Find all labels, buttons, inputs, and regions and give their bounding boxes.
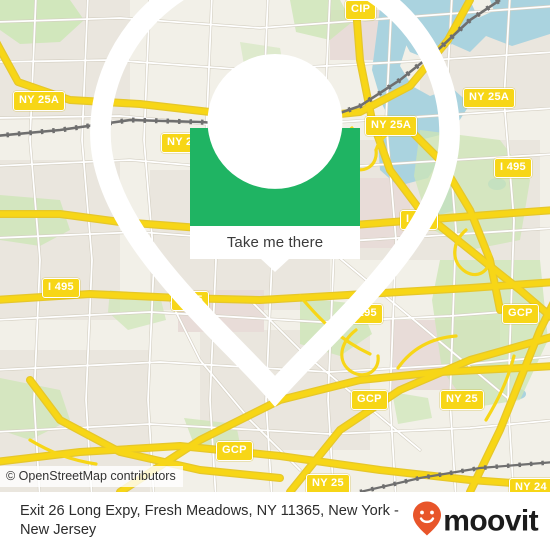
take-me-there-label: Take me there [226, 234, 324, 251]
popup-image-area [90, 0, 460, 407]
road-shield[interactable]: NY 25 [306, 474, 350, 492]
popup-action-area[interactable]: Take me there [190, 226, 360, 272]
moovit-logo[interactable]: moovit [412, 501, 539, 542]
map-popup-card[interactable]: Take me there [90, 0, 460, 407]
moovit-wordmark: moovit [443, 504, 538, 537]
place-address-text: Exit 26 Long Expy, Fresh Meadows, NY 113… [20, 503, 399, 538]
footer-bar: Exit 26 Long Expy, Fresh Meadows, NY 113… [0, 492, 550, 550]
popup-pointer-tail [261, 259, 289, 272]
osm-attribution[interactable]: © OpenStreetMap contributors [0, 466, 183, 487]
moovit-smiley-pin-icon [412, 501, 442, 542]
road-shield[interactable]: NY 24 [509, 478, 550, 492]
map-canvas[interactable]: .wtr{fill:#aad3df} .prk{fill:#cde6b6} .r… [0, 0, 550, 492]
map-screenshot-root: .wtr{fill:#aad3df} .prk{fill:#cde6b6} .r… [0, 0, 550, 550]
map-pin-icon [0, 0, 550, 423]
road-shield[interactable]: GCP [216, 441, 253, 461]
